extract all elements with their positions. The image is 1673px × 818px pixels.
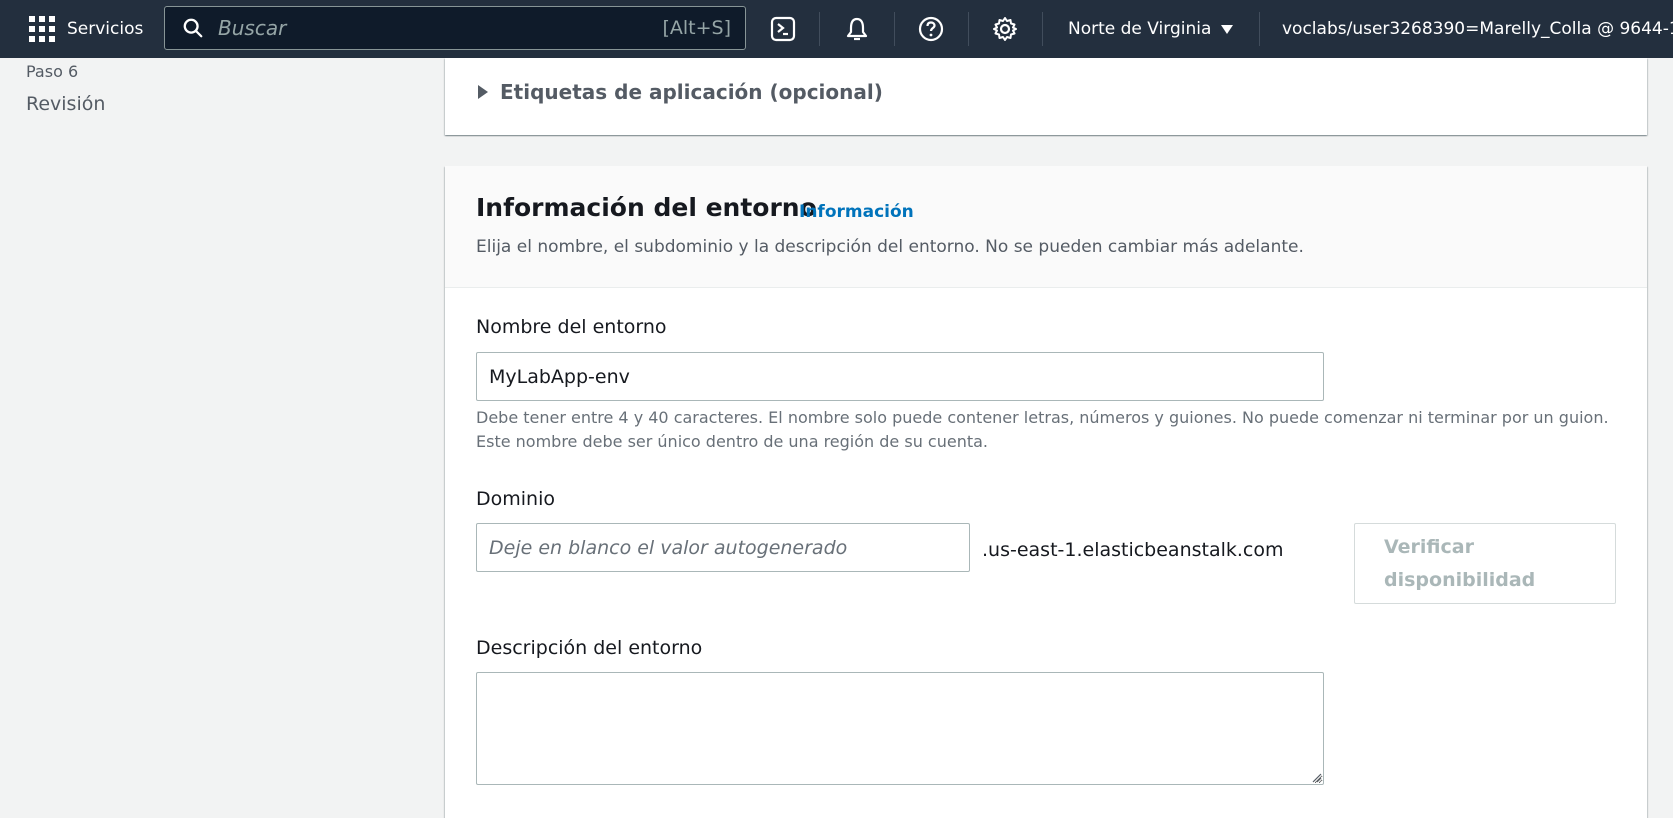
- nav-divider: [1042, 12, 1043, 46]
- caret-right-icon: [478, 85, 488, 99]
- domain-label: Dominio: [476, 488, 555, 510]
- environment-info-panel: Información del entorno Información Elij…: [445, 166, 1647, 818]
- settings-button[interactable]: [988, 12, 1022, 46]
- region-selector[interactable]: Norte de Virginia: [1068, 0, 1234, 58]
- help-button[interactable]: [914, 12, 948, 46]
- environment-name-hint-2: Este nombre debe ser único dentro de una…: [476, 432, 988, 451]
- search-box[interactable]: [Alt+S]: [164, 6, 746, 50]
- domain-suffix: .us-east-1.elasticbeanstalk.com: [982, 539, 1284, 561]
- account-label: voclabs/user3268390=Marelly_Colla @ 9644…: [1282, 19, 1673, 39]
- info-link[interactable]: Información: [799, 202, 914, 222]
- application-tags-panel: Etiquetas de aplicación (opcional): [445, 58, 1647, 135]
- cloudshell-icon: [770, 16, 796, 42]
- environment-description-textarea[interactable]: [476, 672, 1324, 785]
- nav-divider: [819, 12, 820, 46]
- domain-input[interactable]: [476, 523, 970, 572]
- environment-info-title: Información del entorno: [476, 193, 817, 222]
- services-grid-icon: [29, 16, 55, 42]
- nav-divider: [894, 12, 895, 46]
- services-label: Servicios: [67, 19, 144, 39]
- nav-divider: [968, 12, 969, 46]
- nav-divider: [1259, 12, 1260, 46]
- gear-icon: [993, 17, 1017, 41]
- search-shortcut-hint: [Alt+S]: [662, 17, 731, 39]
- resize-grip-icon[interactable]: [1311, 772, 1322, 783]
- environment-description-label: Descripción del entorno: [476, 637, 703, 659]
- bell-icon: [846, 17, 868, 41]
- region-label: Norte de Virginia: [1068, 19, 1212, 39]
- environment-name-hint-1: Debe tener entre 4 y 40 caracteres. El n…: [476, 408, 1609, 427]
- check-availability-label-1: Verificar: [1384, 535, 1474, 558]
- check-availability-button[interactable]: Verificar disponibilidad: [1354, 523, 1616, 604]
- caret-down-icon: [1221, 24, 1234, 34]
- top-navigation-bar: Servicios [Alt+S]: [0, 0, 1673, 58]
- wizard-step-number: Paso 6: [26, 62, 79, 81]
- application-tags-title: Etiquetas de aplicación (opcional): [500, 80, 883, 104]
- check-availability-label-2: disponibilidad: [1384, 568, 1536, 591]
- cloudshell-button[interactable]: [766, 12, 800, 46]
- environment-info-description: Elija el nombre, el subdominio y la desc…: [476, 237, 1304, 257]
- search-input[interactable]: [218, 16, 663, 40]
- environment-info-header: Información del entorno Información Elij…: [445, 166, 1647, 288]
- services-menu-button[interactable]: Servicios: [29, 0, 143, 58]
- application-tags-expander[interactable]: Etiquetas de aplicación (opcional): [478, 80, 883, 104]
- environment-name-label: Nombre del entorno: [476, 316, 667, 338]
- help-icon: [918, 16, 944, 42]
- wizard-step-review[interactable]: Revisión: [26, 93, 105, 115]
- account-menu[interactable]: voclabs/user3268390=Marelly_Colla @ 9644…: [1282, 0, 1673, 58]
- notifications-button[interactable]: [840, 12, 874, 46]
- environment-name-input[interactable]: [476, 352, 1324, 401]
- search-icon: [183, 18, 203, 38]
